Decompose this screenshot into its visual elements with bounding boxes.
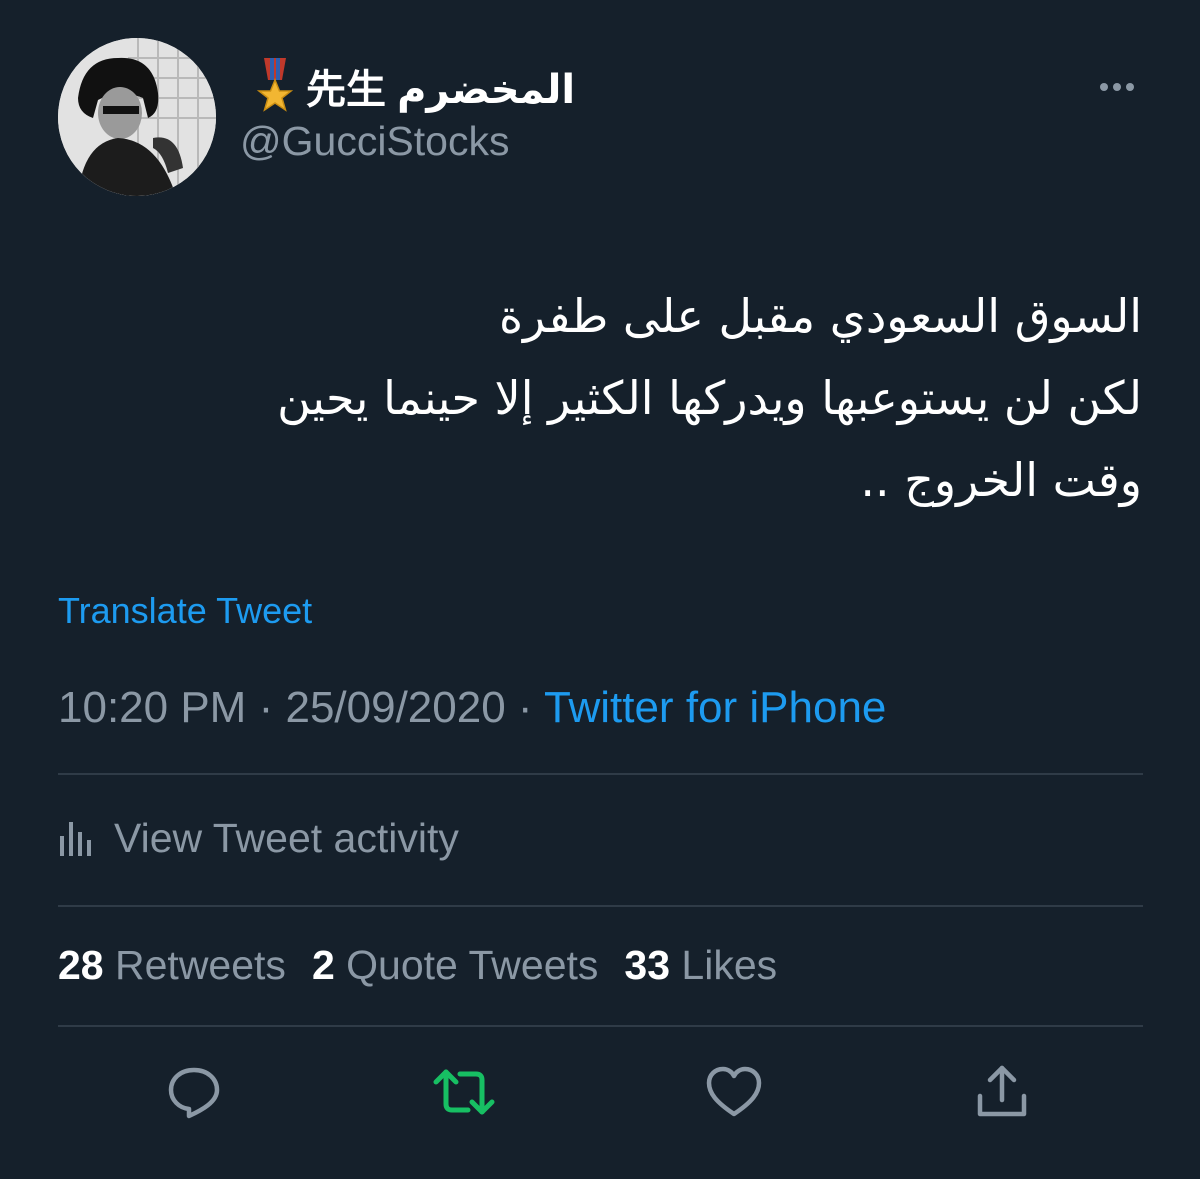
meta-separator: · bbox=[258, 683, 274, 732]
avatar-image bbox=[58, 38, 216, 196]
engagement-stats: 28 Retweets 2 Quote Tweets 33 Likes bbox=[58, 942, 803, 989]
user-handle[interactable]: @GucciStocks bbox=[240, 118, 509, 165]
quotes-label: Quote Tweets bbox=[346, 942, 599, 988]
quotes-count: 2 bbox=[311, 942, 335, 988]
retweet-button[interactable] bbox=[432, 1060, 496, 1124]
display-name: المخضرم 先生 bbox=[306, 68, 576, 112]
reply-button[interactable] bbox=[162, 1060, 226, 1124]
divider bbox=[58, 773, 1143, 775]
likes-count: 33 bbox=[624, 942, 670, 988]
retweets-count: 28 bbox=[58, 942, 104, 988]
tweet-text-line: السوق السعودي مقبل على طفرة bbox=[498, 289, 1142, 343]
retweets-stat[interactable]: 28 Retweets bbox=[58, 942, 286, 989]
like-button[interactable] bbox=[702, 1060, 766, 1124]
meta-separator: · bbox=[517, 683, 533, 732]
share-button[interactable] bbox=[970, 1060, 1034, 1124]
more-dots-icon bbox=[1100, 83, 1134, 91]
divider bbox=[58, 1025, 1143, 1027]
retweets-label: Retweets bbox=[115, 942, 286, 988]
translate-tweet-link[interactable]: Translate Tweet bbox=[58, 590, 312, 632]
tweet-text-line: وقت الخروج .. bbox=[860, 453, 1142, 507]
tweet-text-line: لكن لن يستوعبها ويدركها الكثير إلا حينما… bbox=[277, 371, 1142, 425]
reply-icon bbox=[168, 1067, 220, 1119]
military-medal-icon bbox=[252, 58, 298, 114]
tweet-date: 25/09/2020 bbox=[285, 683, 506, 732]
tweet-metadata: 10:20 PM · 25/09/2020 · Twitter for iPho… bbox=[58, 683, 886, 733]
likes-label: Likes bbox=[681, 942, 778, 988]
likes-stat[interactable]: 33 Likes bbox=[624, 942, 777, 989]
divider bbox=[58, 905, 1143, 907]
activity-label: View Tweet activity bbox=[114, 814, 459, 861]
share-icon bbox=[977, 1065, 1027, 1117]
bar-chart-icon bbox=[58, 818, 96, 858]
display-name-row[interactable]: المخضرم 先生 bbox=[252, 58, 575, 114]
retweet-icon bbox=[433, 1069, 495, 1115]
view-tweet-activity-link[interactable]: View Tweet activity bbox=[58, 810, 459, 866]
heart-icon bbox=[706, 1066, 762, 1117]
tweet-time: 10:20 PM bbox=[58, 683, 247, 732]
avatar[interactable] bbox=[58, 38, 216, 196]
tweet-source-link[interactable]: Twitter for iPhone bbox=[544, 683, 886, 732]
more-options-button[interactable] bbox=[1092, 72, 1142, 102]
tweet-text: السوق السعودي مقبل على طفرة لكن لن يستوع… bbox=[42, 275, 1142, 521]
quote-tweets-stat[interactable]: 2 Quote Tweets bbox=[312, 942, 598, 989]
